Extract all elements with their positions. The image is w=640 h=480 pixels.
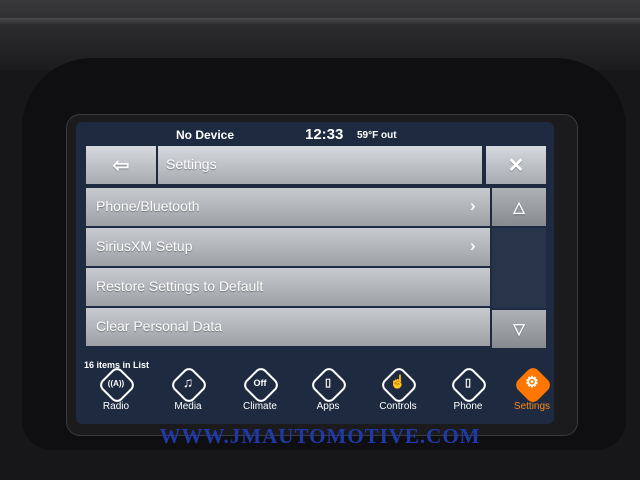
dock-climate[interactable]: Off Climate [230, 365, 290, 424]
dock-settings[interactable]: ⚙ Settings [502, 365, 554, 424]
scroll-up-button[interactable]: △ [492, 188, 546, 226]
controls-glyph: ☝ [389, 374, 407, 389]
climate-glyph: Off [253, 378, 267, 388]
menu-item-label: Phone/Bluetooth [96, 198, 200, 214]
dock-label: Settings [513, 401, 551, 412]
media-glyph: ♫ [182, 374, 194, 390]
dock-media[interactable]: ♫ Media [158, 365, 218, 424]
menu-item-restore-defaults[interactable]: Restore Settings to Default [86, 268, 490, 306]
status-bar: No Device 12:33 59°F out [76, 122, 554, 146]
arrow-left-icon: ⇦ [112, 155, 130, 177]
dock-apps[interactable]: ▯ Apps [298, 365, 358, 424]
chevron-right-icon: › [470, 236, 476, 255]
dock-label: Apps [316, 401, 340, 412]
watermark-text: WWW.JMAUTOMOTIVE.COM [159, 424, 481, 448]
bottom-dock: ((A)) Radio ♫ Media Off Climate ▯ Apps ☝… [76, 365, 554, 424]
chevron-down-icon: ▽ [513, 321, 525, 338]
menu-item-clear-personal-data[interactable]: Clear Personal Data [86, 308, 490, 346]
menu-item-phone-bluetooth[interactable]: Phone/Bluetooth › [86, 188, 490, 226]
menu-item-label: Clear Personal Data [96, 318, 223, 334]
outside-temperature: 59°F out [357, 130, 397, 141]
page-title: Settings [166, 156, 217, 172]
clock: 12:33 [305, 126, 344, 143]
dock-label: Radio [102, 401, 130, 412]
dock-radio[interactable]: ((A)) Radio [86, 365, 146, 424]
close-icon: ✕ [507, 155, 525, 177]
dock-label: Media [174, 401, 202, 412]
menu-item-siriusxm-setup[interactable]: SiriusXM Setup › [86, 228, 490, 266]
chevron-up-icon: △ [513, 199, 525, 216]
radio-glyph: ((A)) [107, 379, 125, 388]
page-header: Settings [158, 146, 482, 184]
apps-glyph: ▯ [324, 377, 332, 389]
dock-controls[interactable]: ☝ Controls [368, 365, 428, 424]
infotainment-screen: No Device 12:33 59°F out ⇦ Settings ✕ Ph… [76, 122, 554, 424]
dock-label: Climate [243, 401, 277, 412]
dashboard-trim [0, 18, 640, 24]
chevron-right-icon: › [470, 196, 476, 215]
menu-item-label: Restore Settings to Default [96, 278, 264, 294]
dock-label: Controls [379, 401, 417, 412]
settings-list: Phone/Bluetooth › SiriusXM Setup › Resto… [86, 188, 490, 348]
settings-glyph: ⚙ [525, 374, 539, 391]
phone-glyph: ▯ [464, 377, 472, 389]
scroll-down-button[interactable]: ▽ [492, 310, 546, 348]
back-button[interactable]: ⇦ [86, 146, 156, 184]
close-button[interactable]: ✕ [486, 146, 546, 184]
scrollbar-track[interactable] [492, 228, 546, 308]
dock-label: Phone [453, 401, 483, 412]
device-status: No Device [176, 128, 235, 142]
dock-phone[interactable]: ▯ Phone [438, 365, 498, 424]
menu-item-label: SiriusXM Setup [96, 238, 193, 254]
